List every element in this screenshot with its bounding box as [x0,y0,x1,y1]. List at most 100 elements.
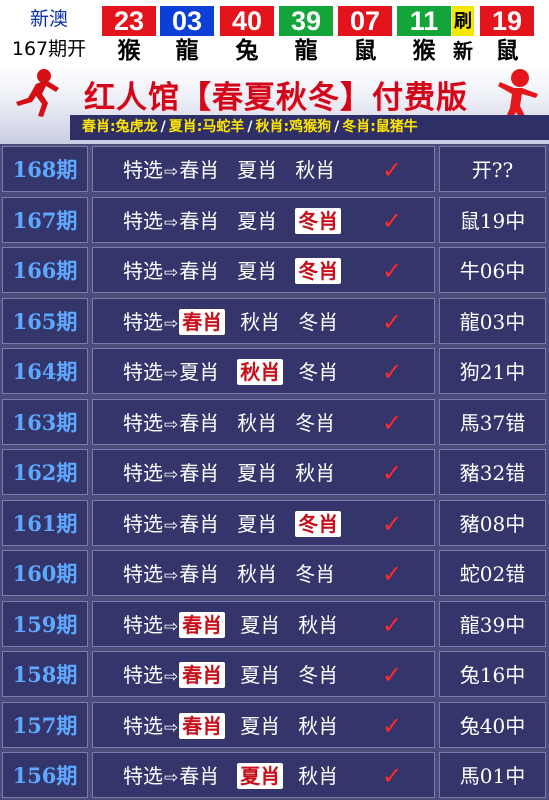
pick-prefix: 特选 [123,360,163,384]
pick-season: 夏肖 [237,461,278,485]
arrow-icon: ⇨ [164,162,179,182]
ball-number: 40 [220,6,274,36]
pick-prefix: 特选 [123,410,163,435]
pick-season-hit: 春肖 [179,712,226,739]
period-cell: 158期 [2,651,88,697]
season-legend-item: 春肖:兔虎龙 [82,119,158,135]
pick-cell: 特选⇨春肖夏肖冬肖 ✓ [92,651,435,697]
lottery-name: 新澳 [29,8,68,30]
result-cell: 龍03中 [439,297,546,344]
arrow-icon: ⇨ [164,717,179,738]
pick-cell: 特选⇨春肖夏肖冬肖 ✓ [92,196,435,243]
pick-season: 春肖 [179,259,220,283]
result-cell: 兔40中 [439,701,546,748]
period-cell: 165期 [2,297,88,344]
season-legend-item: 夏肖:马蛇羊 [168,119,245,135]
pick-season: 春肖 [179,764,220,788]
pick-season: 秋肖 [295,158,336,182]
legend-separator: / [247,119,253,135]
pick-text: 特选⇨春肖夏肖冬肖 [123,501,356,549]
period-label: 158期 [12,662,78,687]
pick-season: 秋肖 [298,612,339,637]
result-cell: 豬32错 [439,449,546,495]
pick-prefix: 特选 [123,562,163,586]
result-cell: 兔16中 [439,651,546,697]
ball-zodiac: 龍 [175,38,199,64]
pick-cell: 特选⇨春肖秋肖冬肖 ✓ [92,550,435,596]
season-legend: 春肖:兔虎龙 / 夏肖:马蛇羊 / 秋肖:鸡猴狗 / 冬肖:鼠猪牛 [70,115,549,140]
draw-ball: 07 鼠 [336,4,394,64]
pick-season: 夏肖 [237,208,278,233]
period-label: 164期 [12,359,78,384]
result-label: 豬32错 [459,461,526,485]
period-cell: 166期 [2,247,88,293]
pick-prefix: 特选 [123,461,163,485]
ball-zodiac: 新 [453,39,473,63]
pick-season: 春肖 [179,511,220,536]
pick-season-hit: 夏肖 [237,763,284,789]
arrow-icon: ⇨ [164,263,179,283]
prediction-table: 168期 特选⇨春肖 夏肖 秋肖 ✓ 开?? 167期 特选⇨春肖 夏肖 冬肖 ✓ 鼠19中 166期特… [0,144,549,800]
arrow-icon: ⇨ [164,515,179,536]
check-icon: ✓ [382,257,403,285]
pick-cell: 特选⇨春肖夏肖冬肖 ✓ [92,499,435,549]
period-label: 160期 [12,561,78,586]
result-label: 馬37错 [459,410,526,435]
pick-season-hit: 冬肖 [295,510,342,537]
pick-prefix: 特选 [123,663,163,687]
pick-prefix: 特选 [123,764,163,788]
arrow-icon: ⇨ [164,616,179,637]
result-label: 蛇02错 [459,562,526,586]
pick-text: 特选⇨春肖夏肖冬肖 [123,652,356,700]
pick-season: 夏肖 [240,713,281,738]
ball-number: 07 [338,6,392,36]
period-label: 162期 [12,460,78,485]
season-legend-item: 秋肖:鸡猴狗 [255,119,332,135]
ball-number: 11 [397,6,451,36]
pick-prefix: 特选 [123,713,163,738]
pick-cell: 特选⇨春肖夏肖秋肖 ✓ [92,449,435,495]
period-cell: 163期 [2,398,88,445]
pick-season: 冬肖 [295,410,336,435]
pick-text: 特选⇨春肖秋肖冬肖 [123,400,353,448]
period-label: 165期 [12,308,78,334]
table-row: 163期 特选⇨春肖 秋肖 冬肖 ✓ 馬37错 [0,397,549,448]
check-icon: ✓ [382,661,403,689]
result-cell: 馬37错 [439,398,546,445]
check-icon: ✓ [382,408,403,437]
period-cell: 159期 [2,600,88,647]
result-label: 开?? [471,158,514,182]
draw-ball: 40 兔 [218,4,276,64]
ball-number: 19 [480,6,534,36]
period-label: 166期 [12,258,78,283]
arrow-icon: ⇨ [164,566,179,586]
period-cell: 160期 [2,550,88,596]
pick-season: 春肖 [179,410,220,435]
period-label: 157期 [12,712,78,738]
pick-season: 夏肖 [237,259,278,283]
table-row: 162期 特选⇨春肖 夏肖 秋肖 ✓ 豬32错 [0,447,549,498]
table-row: 167期 特选⇨春肖 夏肖 冬肖 ✓ 鼠19中 [0,195,549,246]
table-row: 166期 特选⇨春肖 夏肖 冬肖 ✓ 牛06中 [0,245,549,296]
pick-cell: 特选⇨夏肖 秋肖 冬肖 ✓ [92,348,435,394]
pick-season: 春肖 [179,158,220,182]
pick-season: 春肖 [179,461,220,485]
pick-season: 夏肖 [240,612,281,637]
result-label: 牛06中 [459,259,526,283]
check-icon: ✓ [382,307,403,336]
table-row: 159期 特选⇨ 春肖 夏肖 秋肖 ✓ 龍39中 [0,599,549,650]
check-icon: ✓ [382,711,403,740]
period-cell: 168期 [2,146,88,192]
arrow-icon: ⇨ [164,465,179,485]
pick-text: 特选⇨春肖秋肖冬肖 [123,551,353,599]
ball-zodiac: 鼠 [495,38,519,64]
draw-result-bar: 新澳 167期开 23 猴 03 龍 40 兔 39 龍 07 鼠 11 猴刷新 19 鼠 [0,0,549,66]
result-label: 鼠19中 [459,208,526,233]
result-cell: 馬01中 [439,752,546,798]
pick-text: 特选⇨春肖秋肖冬肖 [123,299,356,347]
pick-season: 冬肖 [298,309,339,334]
period-cell: 164期 [2,348,88,394]
pick-season: 夏肖 [237,158,278,182]
result-label: 馬01中 [459,764,526,788]
pick-season: 冬肖 [295,562,336,586]
